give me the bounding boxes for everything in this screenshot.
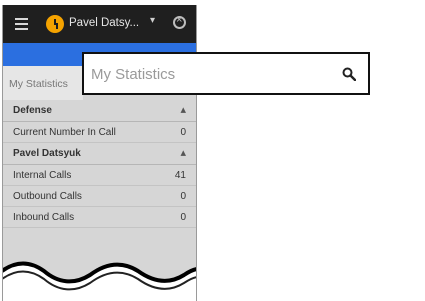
statistics-list: Defense ▴ Current Number In Call 0 Pavel… — [3, 100, 196, 228]
statistics-panel: Pavel Datsy... ▾ My Statistics Defense ▴… — [2, 5, 197, 301]
stat-label: Inbound Calls — [13, 212, 75, 223]
chevron-up-icon[interactable]: ▴ — [180, 103, 186, 116]
stat-row: Outbound Calls 0 — [3, 186, 196, 207]
tab-my-statistics[interactable]: My Statistics — [3, 66, 83, 100]
stat-label: Current Number In Call — [13, 127, 116, 138]
clock-icon[interactable] — [46, 15, 64, 33]
stat-value: 0 — [180, 191, 186, 202]
settings-icon[interactable] — [173, 14, 186, 29]
search-input[interactable]: My Statistics — [91, 66, 175, 83]
stat-row: Current Number In Call 0 — [3, 122, 196, 143]
search-icon[interactable] — [342, 67, 356, 81]
stat-label: Internal Calls — [13, 170, 72, 181]
agent-name[interactable]: Pavel Datsy... — [69, 17, 139, 29]
section-title: Defense — [13, 105, 52, 116]
tab-label: My Statistics — [9, 78, 68, 90]
chevron-up-icon[interactable]: ▴ — [180, 146, 186, 159]
stat-value: 0 — [180, 212, 186, 223]
stat-value: 0 — [180, 127, 186, 138]
chevron-down-icon[interactable]: ▾ — [150, 15, 155, 26]
torn-edge — [3, 261, 196, 301]
hamburger-icon[interactable] — [15, 18, 28, 30]
search-box[interactable]: My Statistics — [82, 52, 370, 95]
stat-value: 41 — [174, 170, 186, 181]
stat-row: Internal Calls 41 — [3, 165, 196, 186]
stat-label: Outbound Calls — [13, 191, 82, 202]
stat-row: Inbound Calls 0 — [3, 207, 196, 228]
section-header-pavel-datsyuk[interactable]: Pavel Datsyuk ▴ — [3, 143, 196, 165]
section-title: Pavel Datsyuk — [13, 148, 81, 159]
top-bar: Pavel Datsy... ▾ — [3, 5, 196, 43]
section-header-defense[interactable]: Defense ▴ — [3, 100, 196, 122]
